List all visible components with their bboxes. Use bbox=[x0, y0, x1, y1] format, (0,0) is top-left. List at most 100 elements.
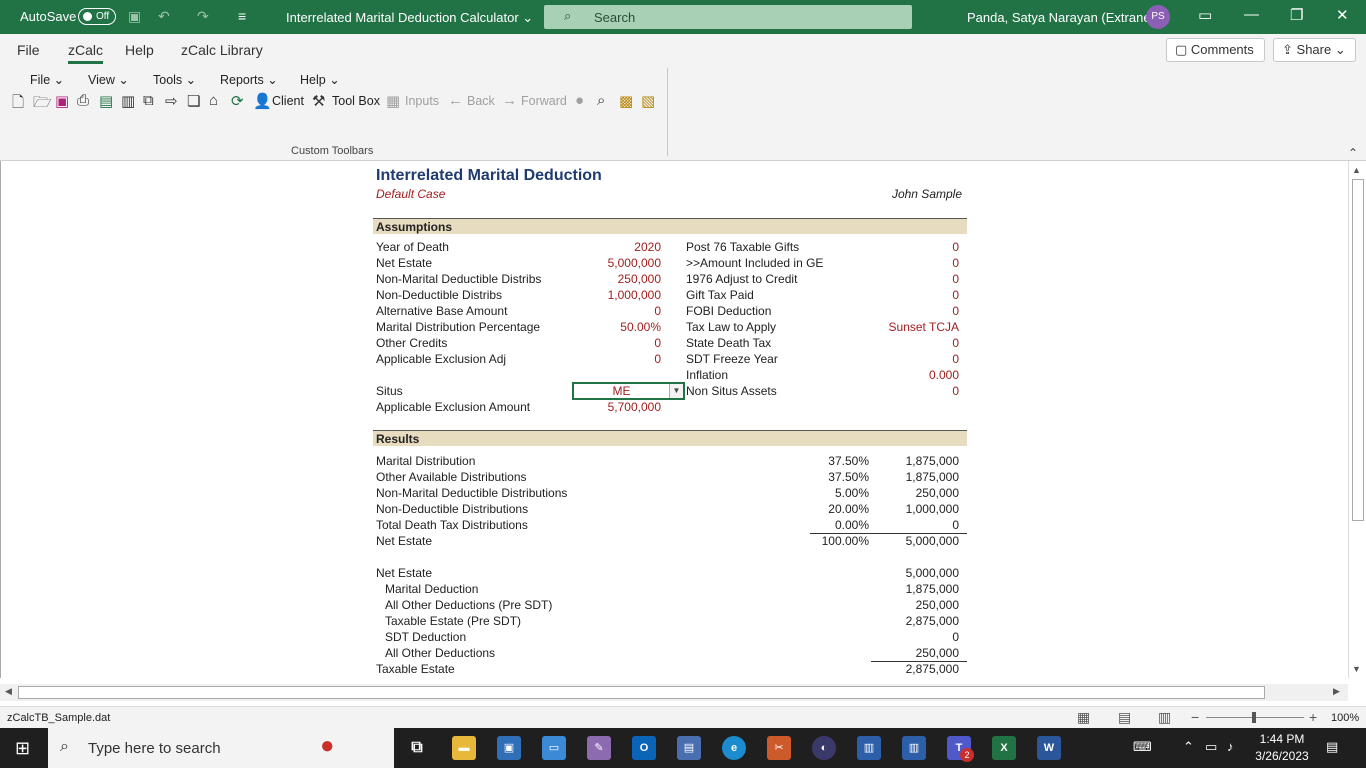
search-box[interactable]: ⌕ Search bbox=[544, 5, 912, 29]
document-title[interactable]: Interrelated Marital Deduction Calculato… bbox=[286, 10, 533, 26]
zoom-level[interactable]: 100% bbox=[1331, 712, 1359, 724]
tab-help[interactable]: Help bbox=[125, 42, 154, 58]
customize-quick-access-icon[interactable]: ≡ bbox=[238, 8, 246, 24]
menu-help[interactable]: Help ⌄ bbox=[300, 72, 340, 87]
file-explorer-icon[interactable]: ▬ bbox=[452, 736, 476, 760]
taskbar-search[interactable]: ⌕ Type here to search ● bbox=[48, 728, 394, 768]
case-name[interactable]: Default Case bbox=[376, 187, 445, 201]
assumption-value[interactable]: 0 bbox=[561, 336, 661, 350]
tab-zcalc[interactable]: zCalc bbox=[68, 42, 104, 64]
tray-chevron-icon[interactable]: ⌃ bbox=[1183, 739, 1194, 755]
assumption-value[interactable]: 0 bbox=[841, 336, 959, 350]
paint-icon[interactable]: ✎ bbox=[587, 736, 611, 760]
zoom-out-icon[interactable]: − bbox=[1191, 709, 1199, 725]
ribbon-display-icon[interactable]: ▭ bbox=[1198, 6, 1212, 24]
collapse-ribbon-icon[interactable]: ⌃ bbox=[1348, 146, 1358, 160]
calculator-icon[interactable]: ▩ bbox=[619, 92, 633, 110]
network-icon[interactable]: ▭ bbox=[1205, 739, 1217, 755]
assumption-value[interactable]: 0 bbox=[841, 256, 959, 270]
page-break-icon[interactable]: ▥ bbox=[1158, 709, 1171, 726]
app-window-icon[interactable]: ▥ bbox=[857, 736, 881, 760]
report-icon[interactable]: ▥ bbox=[121, 92, 135, 110]
tab-zcalc-library[interactable]: zCalc Library bbox=[181, 42, 263, 58]
system-clock[interactable]: 1:44 PM 3/26/2023 bbox=[1250, 731, 1314, 765]
save-icon[interactable]: ▣ bbox=[128, 8, 141, 25]
back-button[interactable]: Back bbox=[467, 94, 495, 108]
magnifier-icon[interactable]: ⌕ bbox=[597, 92, 605, 109]
redo-icon[interactable]: ↷ bbox=[197, 8, 209, 25]
assumption-value[interactable]: 1,000,000 bbox=[561, 288, 661, 302]
zoom-in-icon[interactable]: + bbox=[1309, 709, 1317, 725]
normal-view-icon[interactable]: ▦ bbox=[1077, 709, 1090, 726]
menu-view[interactable]: View ⌄ bbox=[88, 72, 129, 87]
restore-icon[interactable]: ❐ bbox=[1290, 6, 1303, 24]
horizontal-scrollbar[interactable]: ◀ ▶ bbox=[0, 684, 1348, 701]
menu-tools[interactable]: Tools ⌄ bbox=[153, 72, 196, 87]
assumption-value[interactable]: Sunset TCJA bbox=[841, 320, 959, 334]
snip-icon[interactable]: ✂ bbox=[767, 736, 791, 760]
edge-icon[interactable]: e bbox=[722, 736, 746, 760]
worksheet[interactable]: Interrelated Marital Deduction Default C… bbox=[0, 161, 1348, 678]
client-button[interactable]: Client bbox=[272, 94, 304, 108]
assumption-value[interactable]: 0 bbox=[841, 240, 959, 254]
outlook-icon[interactable]: O bbox=[632, 736, 656, 760]
excel-icon[interactable]: X bbox=[992, 736, 1016, 760]
chart-report-icon[interactable]: ▧ bbox=[641, 92, 655, 110]
app-window2-icon[interactable]: ▥ bbox=[902, 736, 926, 760]
assumption-value[interactable]: 0 bbox=[841, 272, 959, 286]
chevron-down-icon[interactable]: ▼ bbox=[669, 384, 683, 398]
undo-icon[interactable]: ↶ bbox=[158, 8, 170, 25]
word-icon[interactable]: W bbox=[1037, 736, 1061, 760]
avatar[interactable]: PS bbox=[1146, 5, 1170, 29]
page-layout-icon[interactable]: ▤ bbox=[1118, 709, 1131, 726]
menu-reports[interactable]: Reports ⌄ bbox=[220, 72, 278, 87]
eclipse-icon[interactable]: ◐ bbox=[812, 736, 836, 760]
network-app-icon[interactable]: ▤ bbox=[677, 736, 701, 760]
assumption-value[interactable]: 0 bbox=[841, 384, 959, 398]
volume-icon[interactable]: ♪ bbox=[1227, 739, 1234, 754]
assumption-value[interactable]: 0 bbox=[561, 352, 661, 366]
assumption-value[interactable]: 0 bbox=[841, 352, 959, 366]
keyboard-icon[interactable]: ⌨ bbox=[1133, 739, 1152, 755]
toolbox-button[interactable]: Tool Box bbox=[332, 94, 380, 108]
assumption-value[interactable]: 0.000 bbox=[841, 368, 959, 382]
windows-start-icon[interactable]: ⊞ bbox=[15, 738, 30, 759]
store-icon[interactable]: ▣ bbox=[497, 736, 521, 760]
zoom-slider-handle[interactable] bbox=[1252, 712, 1256, 723]
assumption-value[interactable]: 0 bbox=[841, 288, 959, 302]
close-icon[interactable]: ✕ bbox=[1336, 6, 1349, 24]
assumption-value[interactable]: 5,000,000 bbox=[561, 256, 661, 270]
forward-button[interactable]: Forward bbox=[521, 94, 567, 108]
horizontal-scroll-thumb[interactable] bbox=[18, 686, 1265, 699]
assumption-value[interactable]: 50.00% bbox=[561, 320, 661, 334]
notification-icon[interactable]: ▤ bbox=[1326, 739, 1338, 755]
new-file-icon[interactable]: 🗋 bbox=[12, 92, 24, 117]
assumption-value[interactable]: 2020 bbox=[561, 240, 661, 254]
vertical-scrollbar[interactable]: ▲ ▼ bbox=[1348, 161, 1366, 678]
open-folder-icon[interactable]: 🗁 bbox=[33, 92, 52, 117]
copy-case-icon[interactable]: ⧉ bbox=[143, 92, 154, 109]
folder-arrow-icon[interactable]: ⇨ bbox=[165, 92, 178, 110]
scroll-left-icon[interactable]: ◀ bbox=[5, 686, 12, 697]
autosave-toggle[interactable]: Off bbox=[78, 8, 116, 25]
assumption-value[interactable]: 250,000 bbox=[561, 272, 661, 286]
scroll-down-icon[interactable]: ▼ bbox=[1352, 664, 1361, 674]
scroll-up-icon[interactable]: ▲ bbox=[1352, 165, 1361, 175]
menu-file[interactable]: File ⌄ bbox=[30, 72, 64, 87]
excel-export-icon[interactable]: ▤ bbox=[99, 92, 113, 110]
situs-dropdown[interactable]: ME ▼ bbox=[572, 382, 685, 400]
share-button[interactable]: ⇪ Share ⌄ bbox=[1273, 38, 1356, 62]
tab-file[interactable]: File bbox=[17, 42, 40, 58]
task-view-icon[interactable]: ⧉ bbox=[405, 736, 429, 760]
home-icon[interactable]: ⌂ bbox=[209, 92, 218, 109]
save-disk-icon[interactable]: ▣ bbox=[55, 92, 69, 110]
vertical-scroll-thumb[interactable] bbox=[1352, 179, 1364, 521]
comments-button[interactable]: ▢ Comments bbox=[1166, 38, 1265, 62]
assumption-value[interactable]: 0 bbox=[561, 304, 661, 318]
assumption-value[interactable]: 0 bbox=[841, 304, 959, 318]
app-icon[interactable]: ▭ bbox=[542, 736, 566, 760]
print-icon[interactable]: ⎙ bbox=[77, 92, 89, 109]
pages-icon[interactable]: ❏ bbox=[187, 92, 200, 110]
minimize-icon[interactable]: — bbox=[1244, 6, 1259, 23]
pdf-circle-icon[interactable]: ● bbox=[575, 92, 584, 109]
